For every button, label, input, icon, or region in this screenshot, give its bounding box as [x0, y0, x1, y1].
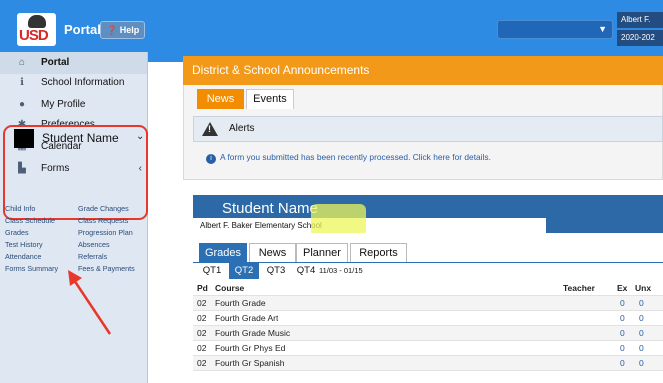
table-header: Pd Course Teacher Ex Unx [193, 281, 663, 296]
row-pd: 02 [197, 298, 207, 308]
row-course: Fourth Gr Phys Ed [215, 343, 286, 353]
row-ex[interactable]: 0 [620, 326, 625, 341]
row-course: Fourth Grade Art [215, 313, 279, 323]
table-row[interactable]: 02 Fourth Grade 0 0 [193, 296, 663, 311]
home-icon: ⌂ [18, 57, 26, 68]
tab-reports[interactable]: Reports [350, 243, 407, 263]
school-select[interactable]: ▼ [497, 20, 613, 39]
tab-qt2[interactable]: QT2 [229, 263, 259, 279]
row-unx[interactable]: 0 [639, 341, 644, 356]
help-circle-icon: ❓ [106, 25, 118, 35]
col-unx: Unx [635, 283, 652, 293]
row-unx[interactable]: 0 [639, 356, 644, 371]
student-link-class-schedule[interactable]: Class Schedule [5, 216, 55, 225]
student-link-test-history[interactable]: Test History [5, 240, 43, 249]
student-avatar [14, 129, 34, 148]
tab-grades[interactable]: Grades [199, 243, 247, 263]
red-arrow-annotation [68, 270, 112, 335]
table-row[interactable]: 02 Fourth Grade Art 0 0 [193, 311, 663, 326]
sidebar-item-school-information[interactable]: ℹ School Information [0, 72, 147, 94]
student-panel-header: Student Name Albert F. Baker Elementary … [193, 195, 663, 233]
student-link-attendance[interactable]: Attendance [5, 252, 41, 261]
tab-qt3[interactable]: QT3 [261, 263, 291, 279]
student-link-forms-summary[interactable]: Forms Summary [5, 264, 58, 273]
sidebar-item-portal[interactable]: ⌂ Portal [0, 52, 147, 74]
sidebar-item-label: School Information [41, 77, 125, 88]
info-icon: ℹ [20, 77, 24, 88]
logo-letters: USD [19, 27, 49, 44]
student-link-grade-changes[interactable]: Grade Changes [78, 204, 129, 213]
table-row[interactable]: 02 Fourth Gr Phys Ed 0 0 [193, 341, 663, 356]
row-unx[interactable]: 0 [639, 326, 644, 341]
tab-planner[interactable]: Planner [296, 243, 348, 263]
row-ex[interactable]: 0 [620, 296, 625, 311]
student-name-sidebar[interactable]: Student Name [42, 131, 119, 145]
app-title: Portal [64, 22, 101, 37]
student-link-progression-plan[interactable]: Progression Plan [78, 228, 133, 237]
row-ex[interactable]: 0 [620, 356, 625, 371]
row-unx[interactable]: 0 [639, 296, 644, 311]
tab-events[interactable]: Events [246, 89, 294, 109]
alerts-label: Alerts [229, 123, 255, 134]
help-button[interactable]: ❓ Help [100, 21, 146, 39]
alert-message-link[interactable]: i A form you submitted has been recently … [206, 152, 491, 164]
help-label: Help [119, 25, 140, 35]
row-pd: 02 [197, 313, 207, 323]
row-pd: 02 [197, 328, 207, 338]
announcements-title: District & School Announcements [183, 56, 663, 85]
row-pd: 02 [197, 343, 207, 353]
col-course: Course [215, 283, 245, 293]
table-row[interactable]: 02 Fourth Grade Music 0 0 [193, 326, 663, 341]
student-tabs: Grades News Planner Reports [193, 233, 663, 263]
quarter-date-range: 11/03 - 01/15 [319, 266, 363, 275]
tab-news[interactable]: News [197, 89, 244, 109]
caret-down-icon: ▼ [598, 24, 607, 34]
user-name[interactable]: Albert F. [617, 12, 663, 28]
quarter-selector: QT1 QT2 QT3 QT4 11/03 - 01/15 [193, 262, 663, 279]
row-unx[interactable]: 0 [639, 311, 644, 326]
student-link-grades[interactable]: Grades [5, 228, 29, 237]
sidebar-item-label: Portal [41, 57, 70, 68]
school-name: Albert F. Baker Elementary School [193, 218, 546, 233]
chevron-down-icon[interactable]: ⌄ [136, 131, 144, 142]
row-ex[interactable]: 0 [620, 341, 625, 356]
col-teacher: Teacher [563, 283, 595, 293]
student-link-child-info[interactable]: Child Info [5, 204, 35, 213]
tab-qt1[interactable]: QT1 [197, 263, 227, 279]
student-panel: Student Name Albert F. Baker Elementary … [193, 195, 663, 383]
student-link-class-requests[interactable]: Class Requests [78, 216, 128, 225]
row-ex[interactable]: 0 [620, 311, 625, 326]
row-pd: 02 [197, 358, 207, 368]
sidebar-item-label: My Profile [41, 99, 86, 110]
alert-message-text: A form you submitted has been recently p… [220, 152, 491, 162]
row-course: Fourth Gr Spanish [215, 358, 285, 368]
tab-student-news[interactable]: News [249, 243, 296, 263]
student-name-heading: Student Name [222, 200, 318, 217]
tab-qt4[interactable]: QT4 [291, 263, 321, 279]
student-link-absences[interactable]: Absences [78, 240, 110, 249]
sidebar-item-my-profile[interactable]: ● My Profile [0, 94, 147, 116]
row-course: Fourth Grade Music [215, 328, 291, 338]
alerts-bar[interactable]: ! Alerts [193, 116, 663, 142]
student-link-referrals[interactable]: Referrals [78, 252, 107, 261]
row-course: Fourth Grade [215, 298, 266, 308]
col-pd: Pd [197, 283, 208, 293]
table-row[interactable]: 02 Fourth Gr Spanish 0 0 [193, 356, 663, 371]
district-logo[interactable]: USD [17, 13, 56, 46]
info-circle-icon: i [206, 154, 216, 164]
warning-icon: ! [202, 122, 218, 136]
col-ex: Ex [617, 283, 628, 293]
user-icon: ● [18, 99, 26, 110]
school-year-select[interactable]: 2020-202 [617, 30, 663, 46]
